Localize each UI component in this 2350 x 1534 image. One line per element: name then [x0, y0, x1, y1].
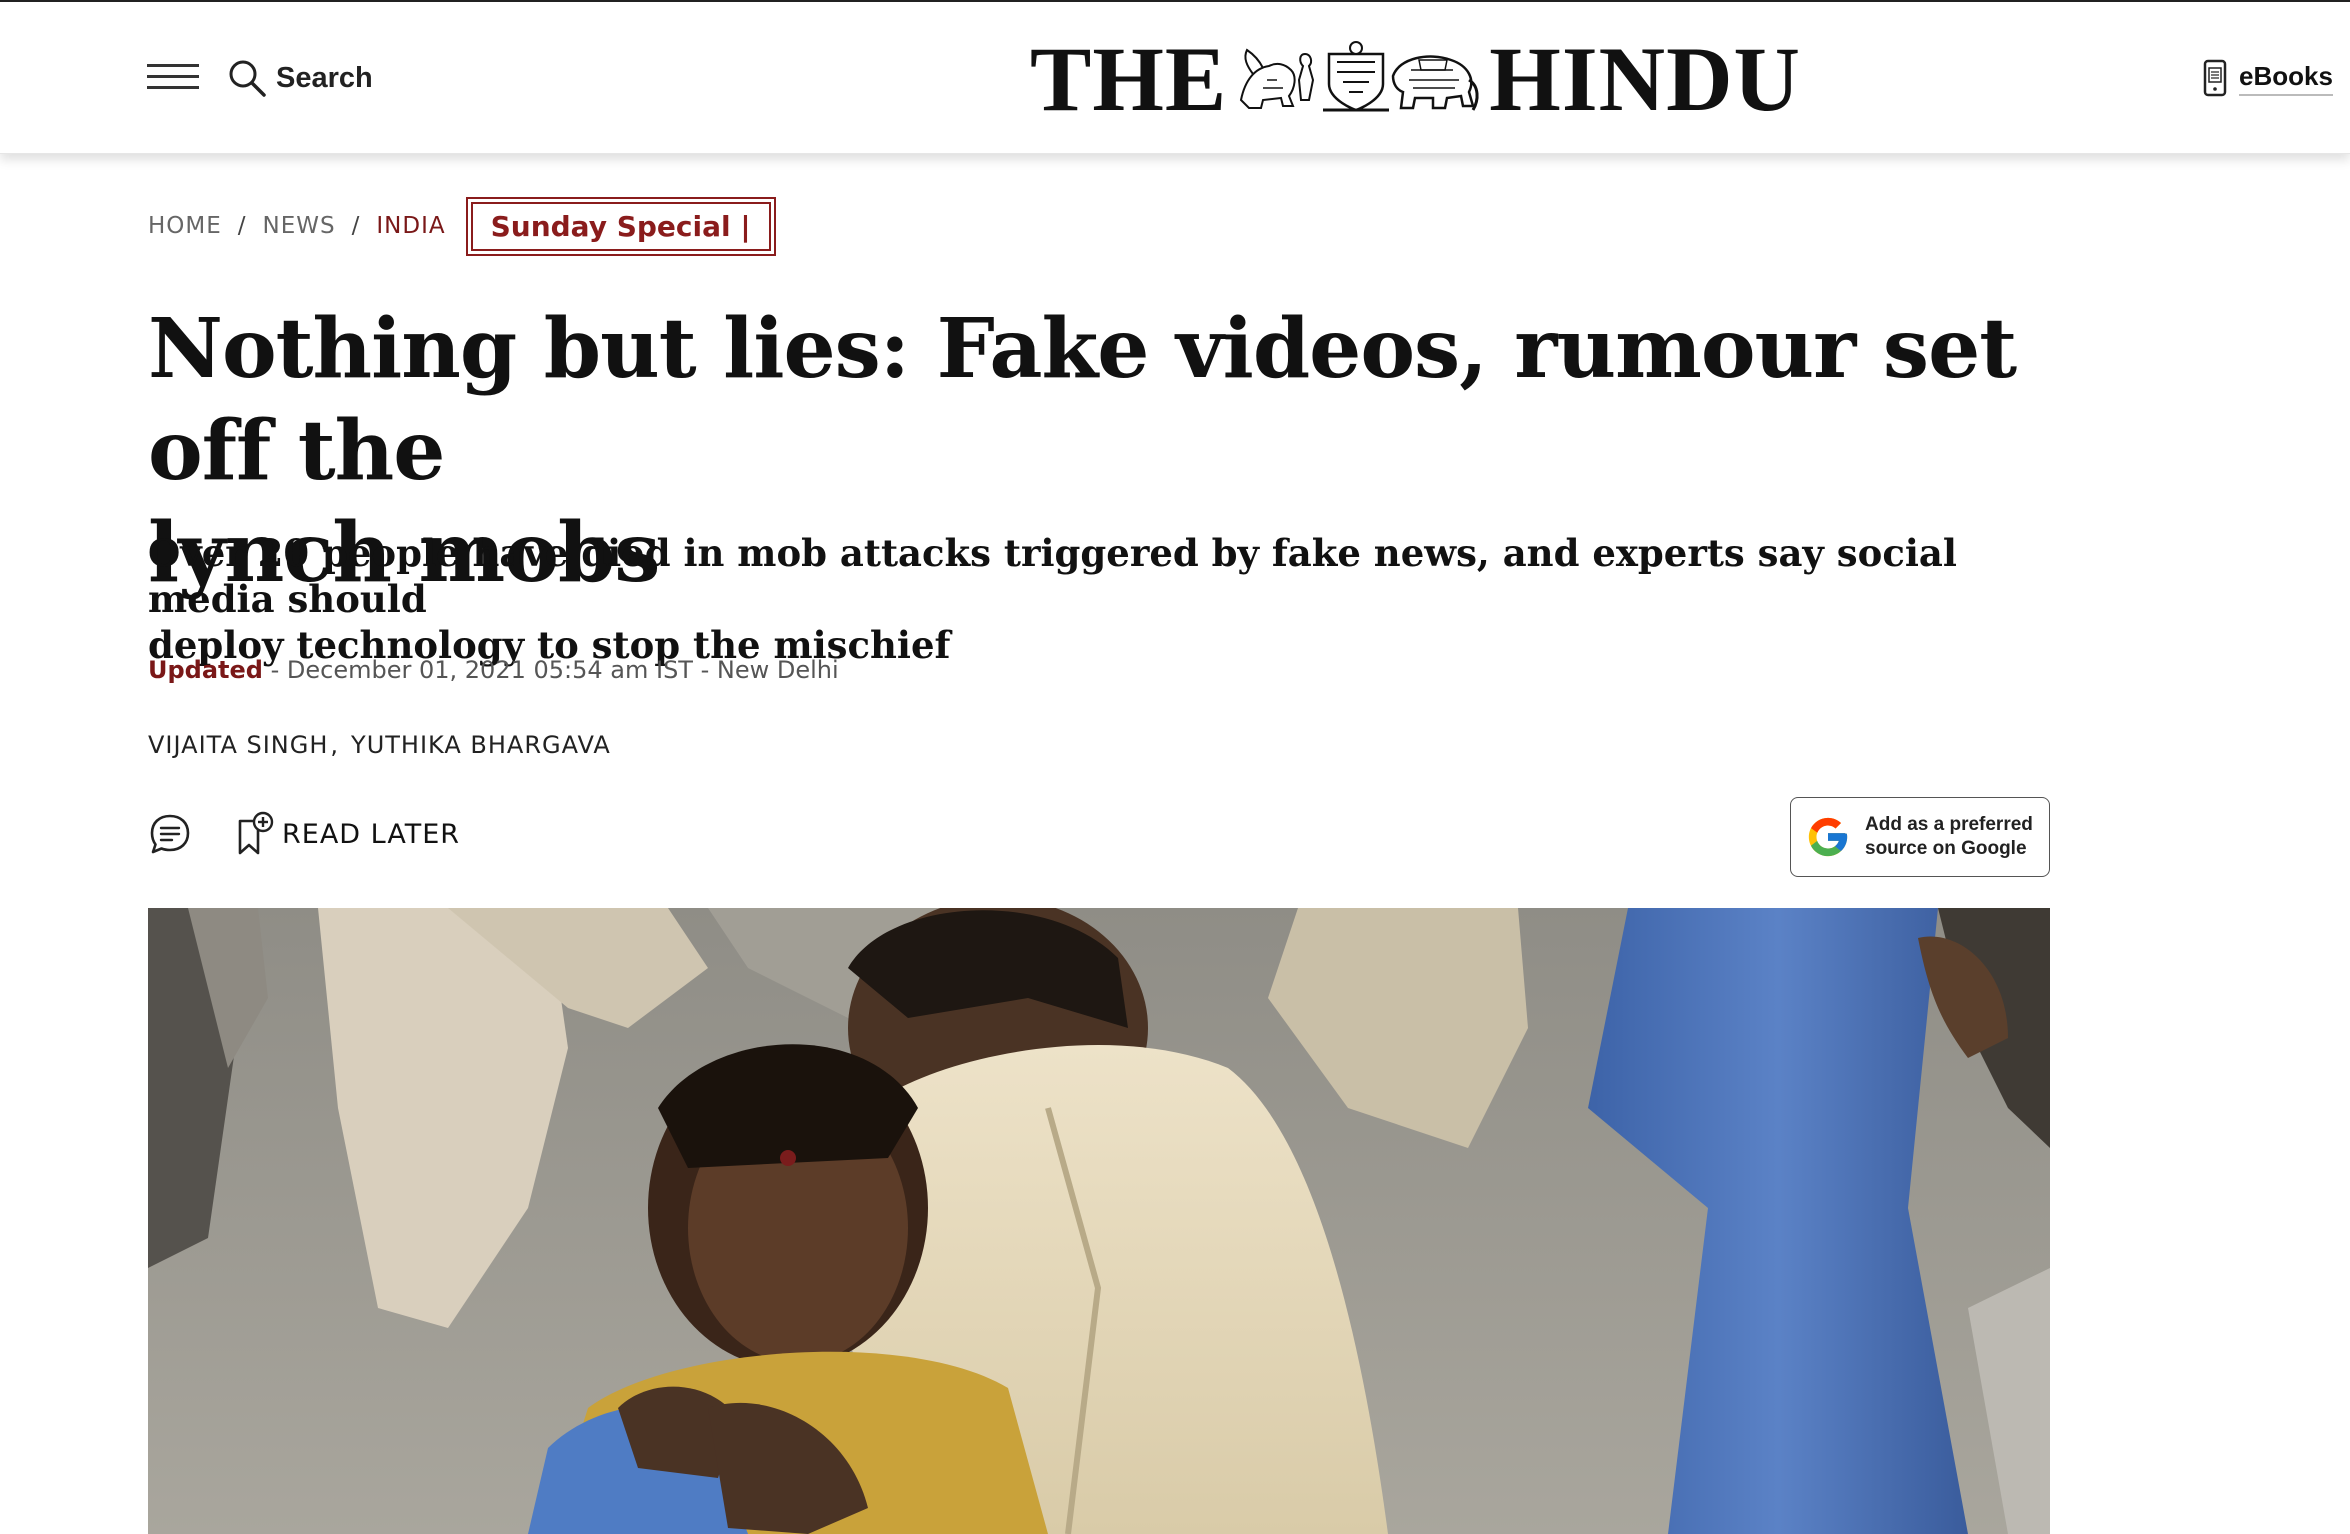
subhead-line-1: Over 20 people have died in mob attacks … — [148, 531, 1957, 621]
sunday-special-label: Sunday Special | — [470, 201, 771, 251]
author-link[interactable]: VIJAITA SINGH — [148, 731, 328, 759]
google-source-line-2: source on Google — [1865, 838, 2027, 859]
ebook-icon — [2203, 59, 2227, 97]
read-later-button[interactable]: READ LATER — [236, 811, 460, 857]
updated-label: Updated — [148, 656, 263, 684]
crest-emblem-icon — [1240, 41, 1479, 112]
site-logo[interactable]: THE HINDU — [1030, 28, 1810, 130]
author-link[interactable]: YUTHIKA BHARGAVA — [351, 731, 611, 759]
breadcrumb-home[interactable]: HOME — [148, 213, 222, 239]
google-g-icon — [1808, 817, 1848, 857]
search-button[interactable]: Search — [226, 56, 373, 100]
site-header: Search THE HINDU eBooks — [0, 2, 2350, 154]
hamburger-icon[interactable] — [147, 62, 199, 92]
google-source-line-1: Add as a preferred — [1865, 814, 2033, 835]
logo-word-hindu: HINDU — [1489, 28, 1801, 130]
comment-icon[interactable] — [148, 812, 192, 856]
author-separator: , — [330, 731, 340, 759]
google-source-text: Add as a preferred source on Google — [1865, 813, 2033, 861]
breadcrumb-news[interactable]: NEWS — [263, 213, 336, 239]
read-later-label: READ LATER — [282, 818, 461, 850]
bookmark-add-icon — [238, 811, 274, 855]
search-label: Search — [276, 61, 373, 94]
headline-line-1: Nothing but lies: Fake videos, rumour se… — [148, 301, 2017, 499]
author-list: VIJAITA SINGH , YUTHIKA BHARGAVA — [148, 727, 611, 763]
breadcrumb-india[interactable]: INDIA — [376, 213, 445, 239]
ebooks-link[interactable]: eBooks — [2203, 56, 2333, 100]
ebooks-label: eBooks — [2239, 61, 2333, 96]
breadcrumb-separator: / — [237, 213, 247, 239]
hero-photo — [148, 908, 2050, 1534]
breadcrumb-separator: / — [351, 213, 361, 239]
article-actions: READ LATER — [148, 808, 460, 860]
article-subheadline: Over 20 people have died in mob attacks … — [148, 530, 1998, 668]
breadcrumb: HOME / NEWS / INDIA Sunday Special | — [148, 196, 776, 256]
sunday-special-badge[interactable]: Sunday Special | — [465, 196, 776, 256]
logo-word-the: THE — [1030, 28, 1228, 130]
published-date: - December 01, 2021 05:54 am IST - New D… — [262, 656, 839, 684]
article-dateline: Updated - December 01, 2021 05:54 am IST… — [148, 652, 839, 688]
hero-photo-illustration — [148, 908, 2050, 1534]
search-icon — [229, 60, 266, 97]
google-preferred-source-button[interactable]: Add as a preferred source on Google — [1790, 797, 2050, 877]
